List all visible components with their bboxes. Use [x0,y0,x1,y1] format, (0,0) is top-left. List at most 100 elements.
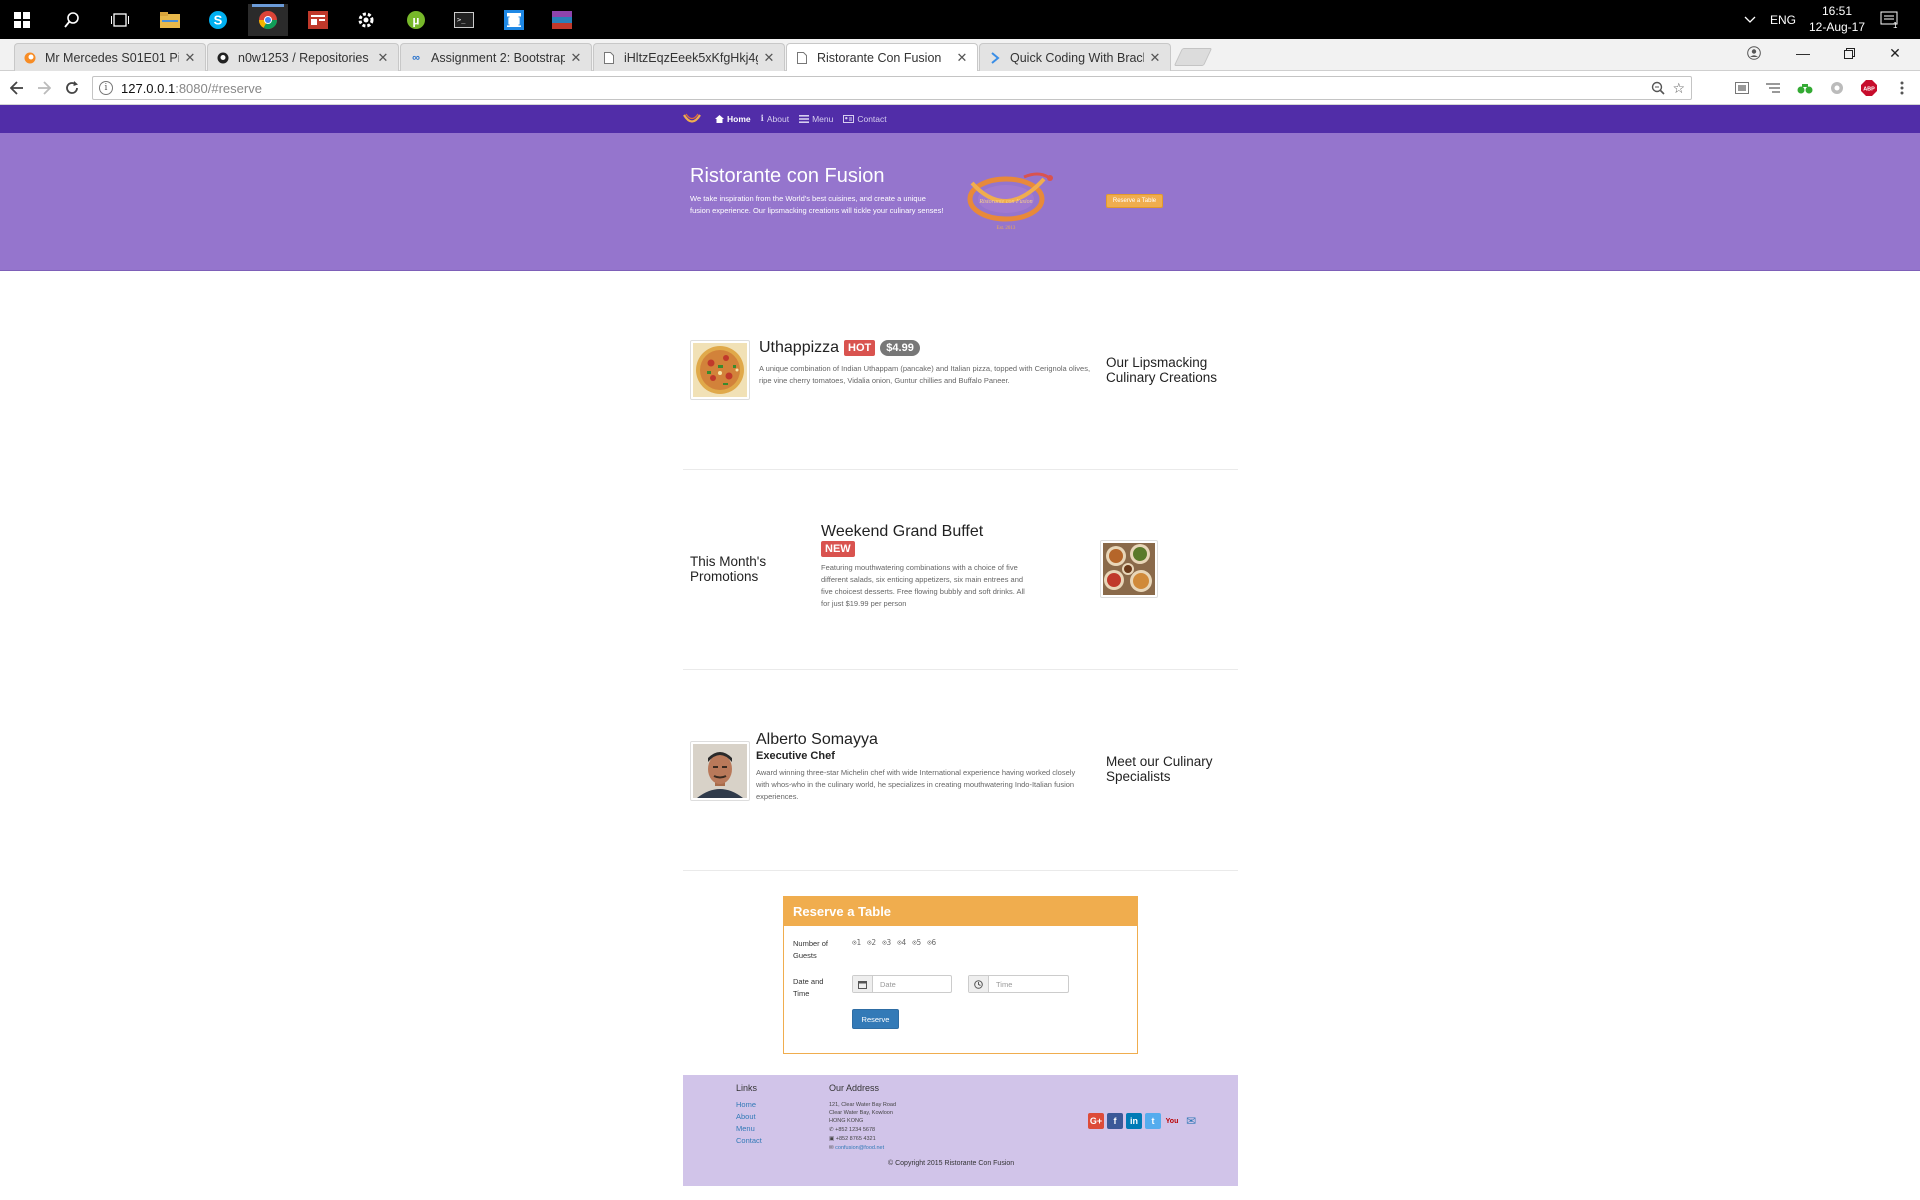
nav-home[interactable]: Home [715,114,751,124]
file-explorer-icon[interactable] [150,4,190,36]
phone-icon: ✆ [829,1127,834,1133]
footer-phone: ✆ +852 1234 5678 [829,1127,875,1135]
tab-document[interactable]: iHltzEqzEeek5xKfgHkj4g ✕ [593,43,785,71]
reserve-card-title: Reserve a Table [784,897,1137,926]
guest-radio-1[interactable]: ⊙1 [852,938,861,947]
close-window-icon[interactable]: ✕ [1875,42,1915,64]
zoom-icon[interactable] [1651,81,1665,98]
close-icon[interactable]: ✕ [762,50,776,66]
footer-link-home[interactable]: Home [736,1100,756,1109]
forward-icon[interactable] [33,77,55,99]
mail-icon[interactable]: ✉ [1183,1113,1199,1129]
nav-about[interactable]: i About [761,114,789,124]
news-app-icon[interactable] [298,4,338,36]
site-footer: Links Home About Menu Contact Our Addres… [683,1075,1238,1186]
utorrent-icon[interactable]: µ [396,4,436,36]
home-icon [715,115,724,123]
linkedin-icon[interactable]: in [1126,1113,1142,1129]
close-icon[interactable]: ✕ [1148,50,1162,66]
clock[interactable]: 16:51 12-Aug-17 [1798,3,1876,35]
coursera-favicon: ∞ [412,51,420,64]
brackets-icon[interactable]: [ ] [494,4,534,36]
terminal-icon[interactable]: >_ [444,4,484,36]
profile-icon[interactable] [1734,42,1774,64]
address-bar[interactable]: i 127.0.0.1:8080/#reserve ☆ [92,76,1692,100]
back-icon[interactable] [6,77,28,99]
youtube-icon[interactable]: You [1164,1113,1180,1129]
tab-quick-coding[interactable]: Quick Coding With Brack ✕ [979,43,1171,71]
brand-logo-icon[interactable] [683,112,701,126]
windows-start-icon[interactable] [2,4,42,36]
guest-radio-3[interactable]: ⊙3 [882,938,891,947]
task-view-icon[interactable] [100,4,140,36]
facebook-icon[interactable]: f [1107,1113,1123,1129]
promotion-image [1100,540,1158,598]
info-icon[interactable]: i [99,81,113,95]
close-icon[interactable]: ✕ [569,50,583,66]
twitter-icon[interactable]: t [1145,1113,1161,1129]
google-plus-icon[interactable]: G+ [1088,1113,1104,1129]
footer-link-about[interactable]: About [736,1112,756,1121]
search-icon[interactable] [52,4,92,36]
guest-radio-5[interactable]: ⊙5 [912,938,921,947]
new-tab-button[interactable] [1173,48,1213,66]
footer-email: ✉ confusion@food.net [829,1145,884,1153]
close-icon[interactable]: ✕ [955,50,969,66]
clock-time: 16:51 [1821,4,1853,18]
extension-tampermonkey-icon[interactable] [1796,79,1814,97]
leader-designation: Executive Chef [756,750,835,762]
bookmark-star-icon[interactable]: ☆ [1672,80,1685,97]
adblock-plus-icon[interactable]: ABP [1860,79,1878,97]
restore-icon[interactable] [1829,42,1869,64]
promotion-side-heading: This Month's Promotions [690,554,767,584]
nav-contact-label: Contact [857,114,887,124]
language-indicator[interactable]: ENG [1770,0,1796,39]
dish-description: A unique combination of Indian Uthappam … [759,364,1091,385]
guest-radio-2[interactable]: ⊙2 [867,938,876,947]
leader-name: Alberto Somayya [756,731,878,748]
restaurant-logo: Ristorante con Fusion Est. 2013 [967,172,1053,231]
guest-radio-4[interactable]: ⊙4 [897,938,906,947]
footer-address-heading: Our Address [829,1083,880,1093]
reload-icon[interactable] [61,77,83,99]
tab-mr-mercedes[interactable]: Mr Mercedes S01E01 Pil ✕ [14,43,206,71]
footer-email-value[interactable]: confusion@food.net [835,1145,884,1151]
extension-list-icon[interactable] [1764,79,1782,97]
footer-links-heading: Links [736,1083,758,1093]
date-input[interactable]: Date [873,976,951,992]
time-input-group[interactable]: Time [968,975,1069,993]
minimize-icon[interactable]: — [1783,42,1823,64]
browser-tab-strip: Mr Mercedes S01E01 Pil ✕ n0w1253 / Repos… [0,39,1920,72]
leader-description: Award winning three-star Michelin chef w… [756,768,1076,801]
tab-assignment[interactable]: ∞ Assignment 2: Bootstrap ✕ [400,43,592,71]
settings-icon[interactable] [346,4,386,36]
tab-github[interactable]: n0w1253 / Repositories ✕ [207,43,399,71]
guest-radio-group: ⊙1 ⊙2 ⊙3 ⊙4 ⊙5 ⊙6 [852,938,936,947]
reserve-table-button[interactable]: Reserve a Table [1106,194,1163,208]
url-path: :8080/#reserve [175,80,262,96]
winrar-icon[interactable] [542,4,582,36]
close-icon[interactable]: ✕ [183,50,197,66]
kebab-menu-icon[interactable] [1893,79,1911,97]
time-input[interactable]: Time [989,976,1068,992]
nav-contact[interactable]: Contact [843,114,887,124]
date-input-group[interactable]: Date [852,975,952,993]
tab-ristorante[interactable]: Ristorante Con Fusion ✕ [786,43,978,72]
extension-hover-icon[interactable] [1828,79,1846,97]
extension-screen-icon[interactable] [1733,79,1751,97]
reserve-submit-button[interactable]: Reserve [852,1009,899,1029]
nav-menu[interactable]: Menu [799,114,833,124]
footer-fax-value: +852 8765 4321 [835,1136,876,1142]
footer-link-menu[interactable]: Menu [736,1124,755,1133]
chevron-up-icon[interactable] [1744,0,1756,39]
footer-phone-value: +852 1234 5678 [835,1127,876,1133]
chrome-icon[interactable] [248,4,288,36]
close-icon[interactable]: ✕ [376,50,390,66]
footer-link-contact[interactable]: Contact [736,1136,762,1145]
guest-radio-6[interactable]: ⊙6 [927,938,936,947]
row-divider [683,870,1238,871]
skype-icon[interactable]: S [198,4,238,36]
svg-text:µ: µ [413,14,420,28]
svg-text:S: S [214,13,223,28]
notification-center-icon[interactable]: 1 [1880,0,1900,39]
